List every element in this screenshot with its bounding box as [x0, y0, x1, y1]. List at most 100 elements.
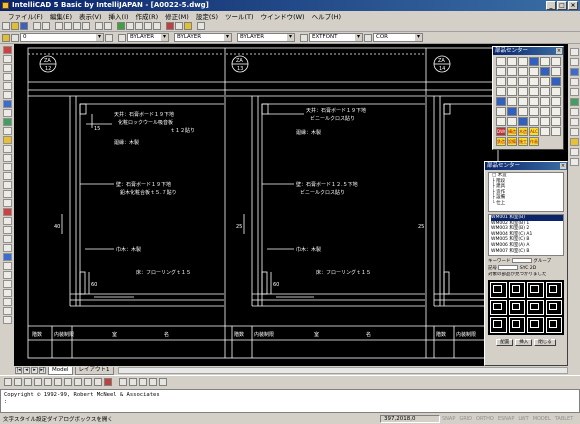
dim-angle-icon[interactable]: [149, 378, 157, 386]
polyline-icon[interactable]: [2, 64, 12, 72]
next-tab-icon[interactable]: ▸: [31, 367, 38, 374]
status-snap[interactable]: SNAP: [442, 415, 455, 423]
lineweight-combo[interactable]: BYLAYER: [237, 33, 295, 42]
fillet-icon[interactable]: [2, 244, 12, 252]
parts-button[interactable]: [507, 87, 517, 96]
parts-button[interactable]: [496, 77, 506, 86]
undo-icon[interactable]: [95, 22, 103, 30]
menu-window[interactable]: ウインドウ(W): [261, 11, 305, 21]
parts-button[interactable]: [518, 117, 528, 126]
parts-button[interactable]: [518, 57, 528, 66]
parts-button[interactable]: [540, 67, 550, 76]
parts-button[interactable]: [529, 77, 539, 86]
part-thumbnail[interactable]: [527, 317, 544, 333]
parts-button[interactable]: [496, 67, 506, 76]
move-icon[interactable]: [2, 136, 12, 144]
kind-select[interactable]: [498, 265, 519, 270]
snap-tangent-icon[interactable]: [84, 378, 92, 386]
parts-button[interactable]: [518, 107, 528, 116]
cut-icon[interactable]: [55, 22, 63, 30]
part-thumbnail[interactable]: [508, 317, 525, 333]
menu-modify[interactable]: 修正(M): [165, 11, 189, 21]
print-icon[interactable]: [33, 22, 41, 30]
render-icon[interactable]: [569, 108, 579, 116]
part-thumbnail[interactable]: [508, 299, 525, 316]
menu-insert[interactable]: 挿入(I): [109, 11, 129, 21]
part-thumbnail[interactable]: [545, 299, 562, 316]
stretch-icon[interactable]: [2, 199, 12, 207]
parts-button[interactable]: [529, 107, 539, 116]
pan-icon[interactable]: [117, 22, 125, 30]
parts-button[interactable]: 設備: [507, 137, 517, 146]
menu-help[interactable]: ヘルプ(H): [312, 11, 341, 21]
parts-button[interactable]: [507, 57, 517, 66]
zoom-window-icon[interactable]: [135, 22, 143, 30]
region-icon[interactable]: [2, 307, 12, 315]
check-2d[interactable]: 2D: [530, 266, 536, 271]
insert-icon[interactable]: [2, 298, 12, 306]
break-icon[interactable]: [2, 226, 12, 234]
parts-button[interactable]: [540, 77, 550, 86]
last-tab-icon[interactable]: ▸|: [39, 367, 46, 374]
parts-button[interactable]: [551, 117, 561, 126]
part-thumbnail[interactable]: [545, 282, 562, 298]
dimension-icon[interactable]: [2, 271, 12, 279]
dim-radius-icon[interactable]: [139, 378, 147, 386]
rectangle-icon[interactable]: [2, 100, 12, 108]
erase-icon[interactable]: [2, 46, 12, 54]
close-icon[interactable]: ×: [556, 48, 562, 54]
parts-button[interactable]: [540, 57, 550, 66]
parts-button[interactable]: [496, 87, 506, 96]
line-icon[interactable]: [2, 55, 12, 63]
status-lwt[interactable]: LWT: [518, 415, 528, 423]
parts-button[interactable]: [540, 87, 550, 96]
scale-icon[interactable]: [2, 190, 12, 198]
view-top-icon[interactable]: [569, 48, 579, 56]
menu-settings[interactable]: 設定(S): [196, 11, 218, 21]
snap-intersection-icon[interactable]: [54, 378, 62, 386]
part-thumbnail[interactable]: [545, 317, 562, 333]
text-style-combo[interactable]: EXTFONT: [309, 33, 363, 42]
close-button[interactable]: ×: [568, 1, 578, 10]
measure-icon[interactable]: [2, 316, 12, 324]
keyword-input[interactable]: [511, 258, 532, 263]
parts-button[interactable]: [551, 87, 561, 96]
zoom-previous-icon[interactable]: [144, 22, 152, 30]
parts-button[interactable]: 作画: [529, 137, 539, 146]
ucs-icon[interactable]: [569, 118, 579, 126]
parts-button[interactable]: [507, 77, 517, 86]
save-icon[interactable]: [20, 22, 28, 30]
parts-button[interactable]: [551, 77, 561, 86]
status-model[interactable]: MODEL: [533, 415, 551, 423]
parts-button[interactable]: [540, 107, 550, 116]
zoom-extents-icon[interactable]: [153, 22, 161, 30]
chamfer-icon[interactable]: [2, 235, 12, 243]
named-view-icon[interactable]: [569, 138, 579, 146]
parts-button[interactable]: [551, 127, 561, 136]
make-current-layer-icon[interactable]: [105, 33, 113, 42]
dim-linear-icon[interactable]: [119, 378, 127, 386]
new-icon[interactable]: [2, 22, 10, 30]
hide-icon[interactable]: [569, 158, 579, 166]
tab-layout1[interactable]: レイアウト1: [74, 366, 114, 375]
copy-icon[interactable]: [64, 22, 72, 30]
tree-item[interactable]: └ 仕上: [492, 201, 563, 207]
parts-list[interactable]: WM001 和室(B) WM002 和室(B) 1 WM003 和室(B) 2 WM…: [488, 214, 564, 256]
menu-edit[interactable]: 編集(E): [50, 11, 72, 21]
view-side-icon[interactable]: [569, 68, 579, 76]
parts-button[interactable]: [496, 57, 506, 66]
parts-button[interactable]: [518, 77, 528, 86]
parts-button[interactable]: [529, 57, 539, 66]
parts-button[interactable]: [540, 127, 550, 136]
part-thumbnail[interactable]: [490, 317, 507, 333]
parts-button[interactable]: [529, 87, 539, 96]
text-style-icon[interactable]: [300, 33, 308, 42]
layer-lock-icon[interactable]: [11, 33, 19, 42]
parts-button[interactable]: [496, 97, 506, 106]
array-icon[interactable]: [2, 181, 12, 189]
orbit-icon[interactable]: [569, 88, 579, 96]
parts-button[interactable]: DWG: [496, 127, 506, 136]
block-icon[interactable]: [2, 289, 12, 297]
status-ortho[interactable]: ORTHO: [476, 415, 494, 423]
horizontal-scrollbar[interactable]: [117, 367, 568, 374]
